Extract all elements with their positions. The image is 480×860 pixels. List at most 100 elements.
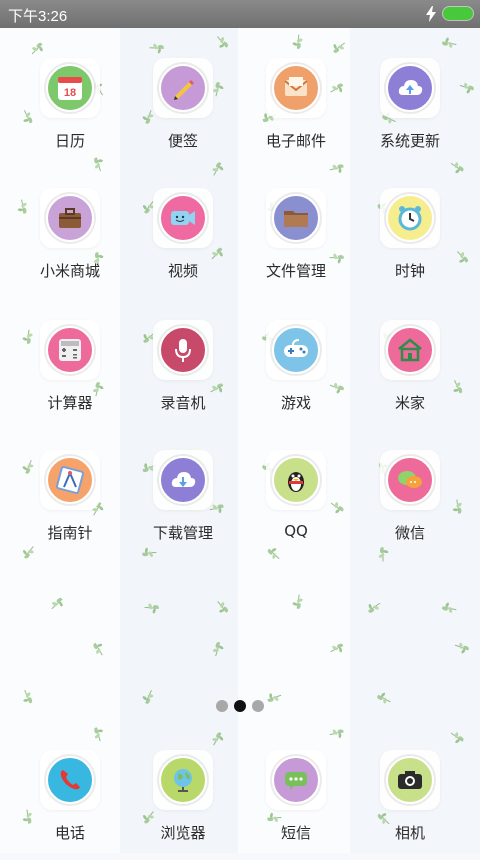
app-icon-circle	[46, 326, 94, 374]
app-icon-tile[interactable]	[380, 450, 440, 510]
app-icon-tile[interactable]	[380, 58, 440, 118]
app-icon-tile[interactable]	[40, 188, 100, 248]
app-icon-tile[interactable]	[380, 320, 440, 380]
app-label: 小米商城	[39, 262, 100, 280]
calendar-day-text: 18	[64, 87, 76, 99]
app-cloud-download[interactable]: 下载管理	[133, 450, 233, 560]
app-icon-tile[interactable]	[266, 320, 326, 380]
app-icon-tile[interactable]	[266, 188, 326, 248]
app-icon-circle	[159, 456, 207, 504]
app-chat[interactable]: 微信	[360, 450, 460, 560]
app-icon-tile[interactable]	[380, 188, 440, 248]
app-icon-tile[interactable]	[266, 750, 326, 810]
page-dot-active[interactable]	[234, 700, 246, 712]
app-mail[interactable]: 电子邮件	[246, 58, 346, 168]
app-icon-circle	[159, 194, 207, 242]
cloud-download-icon	[171, 472, 196, 487]
leaf-decoration	[333, 42, 346, 53]
app-icon-tile[interactable]	[153, 450, 213, 510]
app-phone[interactable]: 电话	[20, 750, 120, 860]
penguin-icon	[288, 472, 304, 492]
app-label: 浏览器	[160, 824, 206, 842]
app-label: 计算器	[47, 394, 93, 412]
app-label: 电话	[54, 824, 85, 842]
app-icon-tile[interactable]	[266, 58, 326, 118]
app-label: 游戏	[280, 394, 311, 412]
app-camera[interactable]: 相机	[360, 750, 460, 860]
app-home[interactable]: 米家	[360, 320, 460, 430]
pencil-icon	[174, 80, 194, 100]
leaf-decoration	[368, 602, 381, 613]
page-dot[interactable]	[216, 700, 228, 712]
leaf-decoration	[51, 597, 63, 610]
app-icon-circle	[46, 756, 94, 804]
app-icon-tile[interactable]	[40, 750, 100, 810]
app-compass[interactable]: 指南针	[20, 450, 120, 560]
app-bag[interactable]: 小米商城	[20, 188, 120, 298]
app-calculator[interactable]: 计算器	[20, 320, 120, 430]
app-alarm-clock[interactable]: 时钟	[360, 188, 460, 298]
app-label: 微信	[394, 524, 425, 542]
app-icon-tile[interactable]	[153, 750, 213, 810]
bag-icon	[59, 208, 81, 228]
app-label: 相机	[394, 824, 425, 842]
app-icon-circle	[159, 756, 207, 804]
page-dot[interactable]	[252, 700, 264, 712]
app-cloud-upload[interactable]: 系统更新	[360, 58, 460, 168]
app-icon-circle	[386, 194, 434, 242]
gamepad-icon	[284, 339, 308, 357]
app-icon-tile[interactable]	[153, 58, 213, 118]
app-icon-tile[interactable]	[153, 188, 213, 248]
app-gamepad[interactable]: 游戏	[246, 320, 346, 430]
app-icon-circle	[386, 64, 434, 112]
status-bar: 下午3:26	[0, 0, 480, 28]
app-icon-circle	[386, 456, 434, 504]
alarm-clock-icon	[398, 206, 422, 231]
app-calendar[interactable]: 18 日历	[20, 58, 120, 168]
app-label: 文件管理	[265, 262, 326, 280]
app-microphone[interactable]: 录音机	[133, 320, 233, 430]
page-indicator[interactable]	[216, 700, 266, 712]
leaf-decoration	[450, 732, 464, 744]
app-icon-tile[interactable]	[266, 450, 326, 510]
leaf-decoration	[217, 36, 229, 48]
app-label: 便签	[167, 132, 198, 150]
app-icon-circle	[272, 756, 320, 804]
app-label: 短信	[280, 824, 311, 842]
app-label: 视频	[167, 262, 198, 280]
app-label: 指南针	[47, 524, 93, 542]
app-icon-tile[interactable]	[40, 450, 100, 510]
app-label: 录音机	[160, 394, 206, 412]
app-message[interactable]: 短信	[246, 750, 346, 860]
globe-icon	[174, 769, 192, 792]
app-folder[interactable]: 文件管理	[246, 188, 346, 298]
app-icon-circle	[272, 194, 320, 242]
app-video[interactable]: 视频	[133, 188, 233, 298]
app-pencil[interactable]: 便签	[133, 58, 233, 168]
calculator-icon	[59, 339, 81, 361]
app-icon-circle	[272, 456, 320, 504]
compass-icon	[55, 465, 85, 495]
calendar-icon: 18	[58, 77, 82, 100]
app-label: 系统更新	[379, 132, 440, 150]
camera-icon	[398, 771, 422, 789]
charging-icon	[426, 6, 436, 22]
app-label: QQ	[284, 522, 308, 540]
app-label: 日历	[54, 132, 85, 150]
folder-icon	[284, 211, 308, 227]
leaf-decoration	[217, 601, 229, 613]
app-icon-tile[interactable]	[153, 320, 213, 380]
app-icon-tile[interactable]	[40, 320, 100, 380]
app-icon-circle	[46, 456, 94, 504]
app-icon-circle	[46, 194, 94, 242]
app-label: 电子邮件	[265, 132, 326, 150]
app-label: 米家	[394, 394, 425, 412]
app-icon-circle	[386, 756, 434, 804]
app-globe[interactable]: 浏览器	[133, 750, 233, 860]
app-icon-circle	[272, 64, 320, 112]
app-icon-tile[interactable]: 18	[40, 58, 100, 118]
home-icon	[398, 338, 422, 362]
leaf-decoration	[31, 42, 43, 55]
app-icon-tile[interactable]	[380, 750, 440, 810]
app-penguin[interactable]: QQ	[246, 450, 346, 560]
